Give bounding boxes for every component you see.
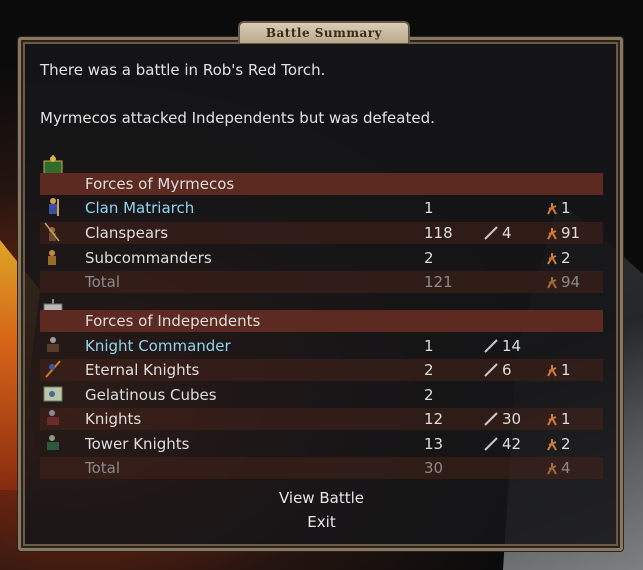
total-count: 121 <box>424 273 453 291</box>
attacker-header-row: Forces of Myrmecos <box>40 173 603 195</box>
fallen-icon <box>547 253 557 265</box>
battle-result-text: Myrmecos attacked Independents but was d… <box>40 109 435 127</box>
sword-icon <box>484 412 498 426</box>
eternal-knights-icon <box>42 357 64 381</box>
unit-count: 2 <box>424 361 434 379</box>
unit-name: Subcommanders <box>85 249 212 267</box>
total-label: Total <box>85 459 121 477</box>
table-row[interactable]: Subcommanders 2 2 <box>40 247 603 269</box>
fallen-icon <box>547 203 557 215</box>
knights-icon <box>42 406 64 430</box>
attacker-header-label: Forces of Myrmecos <box>85 175 235 193</box>
unit-count: 12 <box>424 410 444 428</box>
view-battle-button[interactable]: View Battle <box>0 489 643 507</box>
table-row[interactable]: Clanspears 118 4 91 <box>40 222 603 244</box>
unit-kills: 42 <box>484 435 521 453</box>
unit-losses: 1 <box>545 410 571 428</box>
clanspears-icon <box>42 220 64 244</box>
sword-icon <box>484 363 498 377</box>
table-row[interactable]: Knight Commander 1 14 <box>40 335 603 357</box>
fallen-icon <box>547 277 557 289</box>
unit-kills: 6 <box>484 361 512 379</box>
fallen-icon <box>547 414 557 426</box>
table-row[interactable]: Knights 12 30 1 <box>40 408 603 430</box>
unit-name: Tower Knights <box>85 435 190 453</box>
unit-kills: 30 <box>484 410 521 428</box>
unit-name: Knights <box>85 410 142 428</box>
table-row[interactable]: Clan Matriarch 1 1 <box>40 197 603 219</box>
total-losses: 94 <box>545 273 580 291</box>
defender-header-label: Forces of Independents <box>85 312 261 330</box>
battle-location-text: There was a battle in Rob's Red Torch. <box>40 61 326 79</box>
fallen-icon <box>547 365 557 377</box>
sword-icon <box>484 339 498 353</box>
knight-commander-icon <box>42 333 64 357</box>
fallen-icon <box>547 228 557 240</box>
fallen-icon <box>547 463 557 475</box>
defender-header-row: Forces of Independents <box>40 310 603 332</box>
table-row[interactable]: Tower Knights 13 42 2 <box>40 433 603 455</box>
total-losses: 4 <box>545 459 571 477</box>
unit-kills: 14 <box>484 337 521 355</box>
unit-name: Eternal Knights <box>85 361 200 379</box>
unit-losses: 1 <box>545 199 571 217</box>
unit-name: Clanspears <box>85 224 169 242</box>
clan-matriarch-icon <box>42 195 64 219</box>
unit-kills: 4 <box>484 224 512 242</box>
unit-count: 2 <box>424 386 434 404</box>
total-count: 30 <box>424 459 444 477</box>
unit-count: 2 <box>424 249 434 267</box>
attacker-total-row: Total 121 94 <box>40 271 603 293</box>
total-label: Total <box>85 273 121 291</box>
unit-name: Gelatinous Cubes <box>85 386 217 404</box>
dialog-title: Battle Summary <box>238 21 410 43</box>
unit-losses: 91 <box>545 224 580 242</box>
fallen-icon <box>547 439 557 451</box>
gelatinous-cubes-icon <box>42 382 64 406</box>
unit-count: 13 <box>424 435 444 453</box>
unit-losses: 2 <box>545 435 571 453</box>
sword-icon <box>484 226 498 240</box>
defender-total-row: Total 30 4 <box>40 457 603 479</box>
unit-count: 1 <box>424 199 434 217</box>
table-row[interactable]: Eternal Knights 2 6 1 <box>40 359 603 381</box>
unit-count: 118 <box>424 224 453 242</box>
unit-count: 1 <box>424 337 434 355</box>
unit-name: Clan Matriarch <box>85 199 195 217</box>
sword-icon <box>484 437 498 451</box>
subcommanders-icon <box>42 245 64 269</box>
unit-losses: 1 <box>545 361 571 379</box>
exit-button[interactable]: Exit <box>0 513 643 531</box>
unit-losses: 2 <box>545 249 571 267</box>
table-row[interactable]: Gelatinous Cubes 2 <box>40 384 603 406</box>
unit-name: Knight Commander <box>85 337 231 355</box>
tower-knights-icon <box>42 431 64 455</box>
